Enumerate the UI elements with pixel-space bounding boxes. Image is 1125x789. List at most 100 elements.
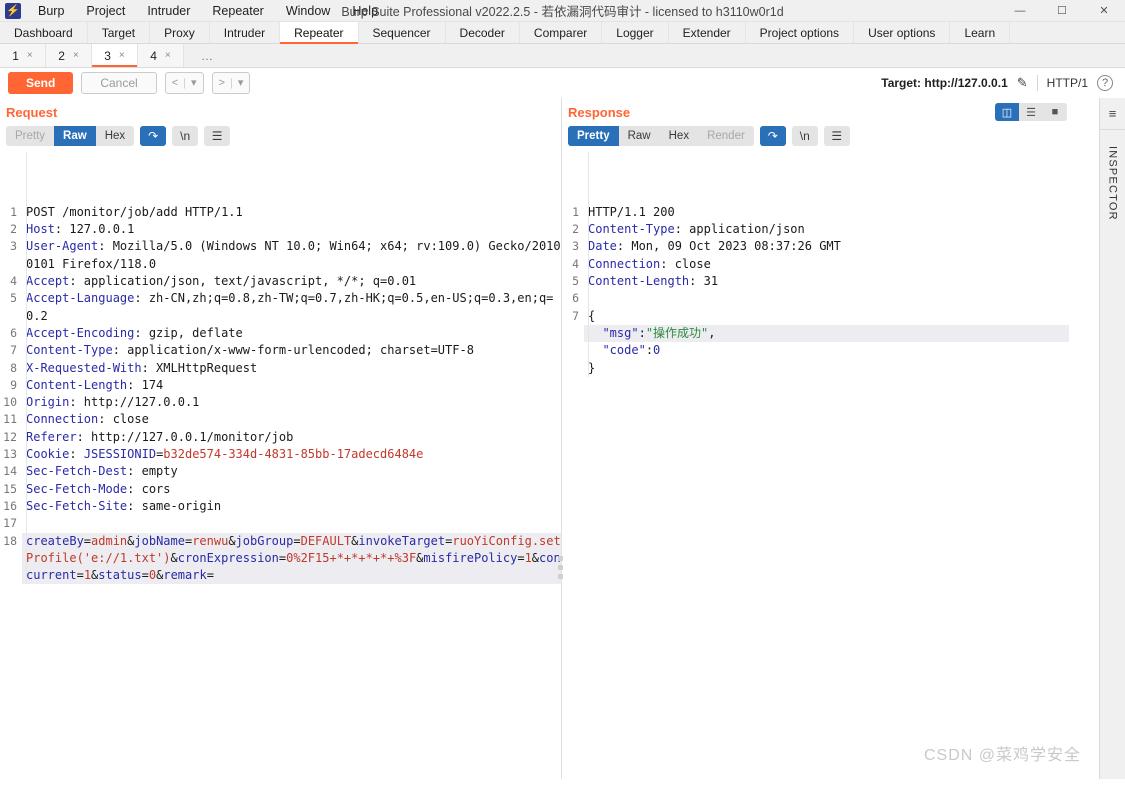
columns-view-icon[interactable]: ◫ — [995, 103, 1019, 121]
word-wrap-icon[interactable]: ↷ — [759, 126, 786, 146]
code-line-text: Sec-Fetch-Dest: empty — [22, 463, 561, 480]
repeater-tab-overflow[interactable]: … — [184, 44, 230, 67]
menu-item-intruder[interactable]: Intruder — [136, 1, 201, 21]
newline-toggle-icon[interactable]: \n — [791, 126, 818, 146]
request-editor[interactable]: 1 POST /monitor/job/add HTTP/1.1 2 Host: 12… — [0, 152, 561, 585]
chevron-down-icon: ▾ — [191, 77, 197, 89]
tab-proxy[interactable]: Proxy — [150, 22, 210, 43]
newline-toggle-icon[interactable]: \n — [172, 126, 199, 146]
line-number: 4 — [572, 256, 579, 271]
hamburger-menu-icon[interactable]: ☰ — [823, 126, 850, 146]
maximize-button[interactable]: ☐ — [1041, 0, 1083, 22]
response-format-hex[interactable]: Hex — [660, 126, 698, 146]
menu-item-window[interactable]: Window — [275, 1, 341, 21]
code-token: 0 — [653, 343, 661, 358]
cancel-button[interactable]: Cancel — [81, 72, 157, 94]
code-token: Sec-Fetch-Mode — [26, 481, 128, 496]
tab-extender[interactable]: Extender — [669, 22, 746, 43]
line-number: 17 — [3, 516, 17, 531]
code-token: createBy — [26, 533, 84, 548]
response-format-raw[interactable]: Raw — [619, 126, 660, 146]
view-mode-group: ◫ ☰ ■ — [995, 103, 1067, 121]
request-format-raw[interactable]: Raw — [54, 126, 96, 146]
code-token: = — [141, 568, 149, 583]
collapse-panel-icon[interactable]: ≡ — [1101, 106, 1125, 121]
main-tab-bar: Dashboard Target Proxy Intruder Repeater… — [0, 22, 1125, 44]
single-view-icon[interactable]: ■ — [1043, 103, 1067, 121]
menu-item-project[interactable]: Project — [75, 1, 136, 21]
panel-splitter-handle[interactable] — [558, 556, 566, 579]
code-token: Content-Type — [26, 343, 113, 358]
tab-logger[interactable]: Logger — [602, 22, 669, 43]
tab-comparer[interactable]: Comparer — [520, 22, 603, 43]
request-format-pretty[interactable]: Pretty — [6, 126, 54, 146]
word-wrap-icon[interactable]: ↷ — [140, 126, 167, 146]
code-token: POST /monitor/job/add HTTP/1.1 — [26, 204, 243, 219]
code-line-text: Sec-Fetch-Site: same-origin — [22, 498, 561, 515]
code-token: "code" — [602, 343, 646, 358]
line-number: 4 — [10, 274, 17, 289]
http-version-label[interactable]: HTTP/1 — [1047, 76, 1088, 90]
hamburger-menu-icon[interactable]: ☰ — [204, 126, 231, 146]
tab-decoder[interactable]: Decoder — [446, 22, 520, 43]
code-token: = — [206, 568, 214, 583]
code-token: : XMLHttpRequest — [141, 360, 258, 375]
minimize-button[interactable]: — — [999, 0, 1041, 22]
close-button[interactable]: ✕ — [1083, 0, 1125, 22]
repeater-tab-1-label: 1 — [12, 48, 19, 63]
code-line-text: X-Requested-With: XMLHttpRequest — [22, 360, 561, 377]
code-line-text: Cookie: JSESSIONID=b32de574-334d-4831-85… — [22, 446, 561, 463]
code-token: Accept-Language — [26, 291, 135, 306]
code-line-text: Content-Type: application/x-www-form-url… — [22, 342, 561, 359]
code-token: & — [228, 533, 236, 548]
code-line-text: Content-Length: 31 — [584, 273, 1069, 290]
tab-user-options[interactable]: User options — [854, 22, 951, 43]
menu-item-burp[interactable]: Burp — [27, 1, 75, 21]
tab-target[interactable]: Target — [88, 22, 151, 43]
code-line: 17 — [0, 515, 561, 532]
code-token: : Mozilla/5.0 (Windows NT 10.0; Win64; x… — [26, 239, 561, 271]
forward-history-button[interactable]: > | ▾ — [211, 72, 251, 94]
code-line: 14 Sec-Fetch-Dest: empty — [0, 463, 561, 480]
code-line-text: Accept-Language: zh-CN,zh;q=0.8,zh-TW;q=… — [22, 290, 561, 325]
code-line-text: "code":0 — [584, 342, 1069, 359]
tab-learn[interactable]: Learn — [950, 22, 1011, 43]
close-icon[interactable]: × — [27, 50, 33, 61]
code-line-text: createBy=admin&jobName=renwu&jobGroup=DE… — [22, 532, 561, 585]
code-line-text: Accept: application/json, text/javascrip… — [22, 273, 561, 290]
repeater-tab-3[interactable]: 3 × — [92, 44, 138, 67]
line-number: 6 — [572, 291, 579, 306]
request-format-hex[interactable]: Hex — [96, 126, 134, 146]
rows-view-icon[interactable]: ☰ — [1019, 103, 1043, 121]
response-format-render[interactable]: Render — [698, 126, 754, 146]
send-button[interactable]: Send — [8, 72, 74, 94]
tab-repeater[interactable]: Repeater — [280, 22, 359, 44]
line-number: 1 — [572, 204, 579, 219]
pencil-icon[interactable]: ✎ — [1017, 75, 1028, 91]
tab-dashboard[interactable]: Dashboard — [0, 22, 88, 43]
code-line-text — [22, 515, 561, 532]
code-token: Origin — [26, 395, 70, 410]
response-editor[interactable]: 1 HTTP/1.1 200 2 Content-Type: application/… — [562, 152, 1099, 377]
menu-item-help[interactable]: Help — [341, 1, 389, 21]
code-token: Date — [588, 239, 617, 254]
help-icon[interactable]: ? — [1097, 75, 1113, 91]
code-token: "操作成功" — [645, 325, 709, 340]
repeater-tab-4[interactable]: 4 × — [138, 44, 184, 67]
menu-item-repeater[interactable]: Repeater — [201, 1, 274, 21]
back-history-button[interactable]: < | ▾ — [164, 72, 204, 94]
close-icon[interactable]: × — [119, 50, 125, 61]
inspector-rail[interactable]: ≡ INSPECTOR — [1099, 98, 1125, 779]
divider — [1100, 129, 1125, 130]
code-token: : 174 — [127, 377, 164, 392]
close-icon[interactable]: × — [165, 50, 171, 61]
response-format-pretty[interactable]: Pretty — [568, 126, 619, 146]
code-token: jobGroup — [235, 533, 294, 548]
repeater-tab-1[interactable]: 1 × — [0, 44, 46, 67]
repeater-tab-2[interactable]: 2 × — [46, 44, 92, 67]
close-icon[interactable]: × — [73, 50, 79, 61]
tab-intruder[interactable]: Intruder — [210, 22, 281, 43]
tab-sequencer[interactable]: Sequencer — [359, 22, 446, 43]
tab-project-options[interactable]: Project options — [746, 22, 855, 43]
code-line: 8 X-Requested-With: XMLHttpRequest — [0, 360, 561, 377]
